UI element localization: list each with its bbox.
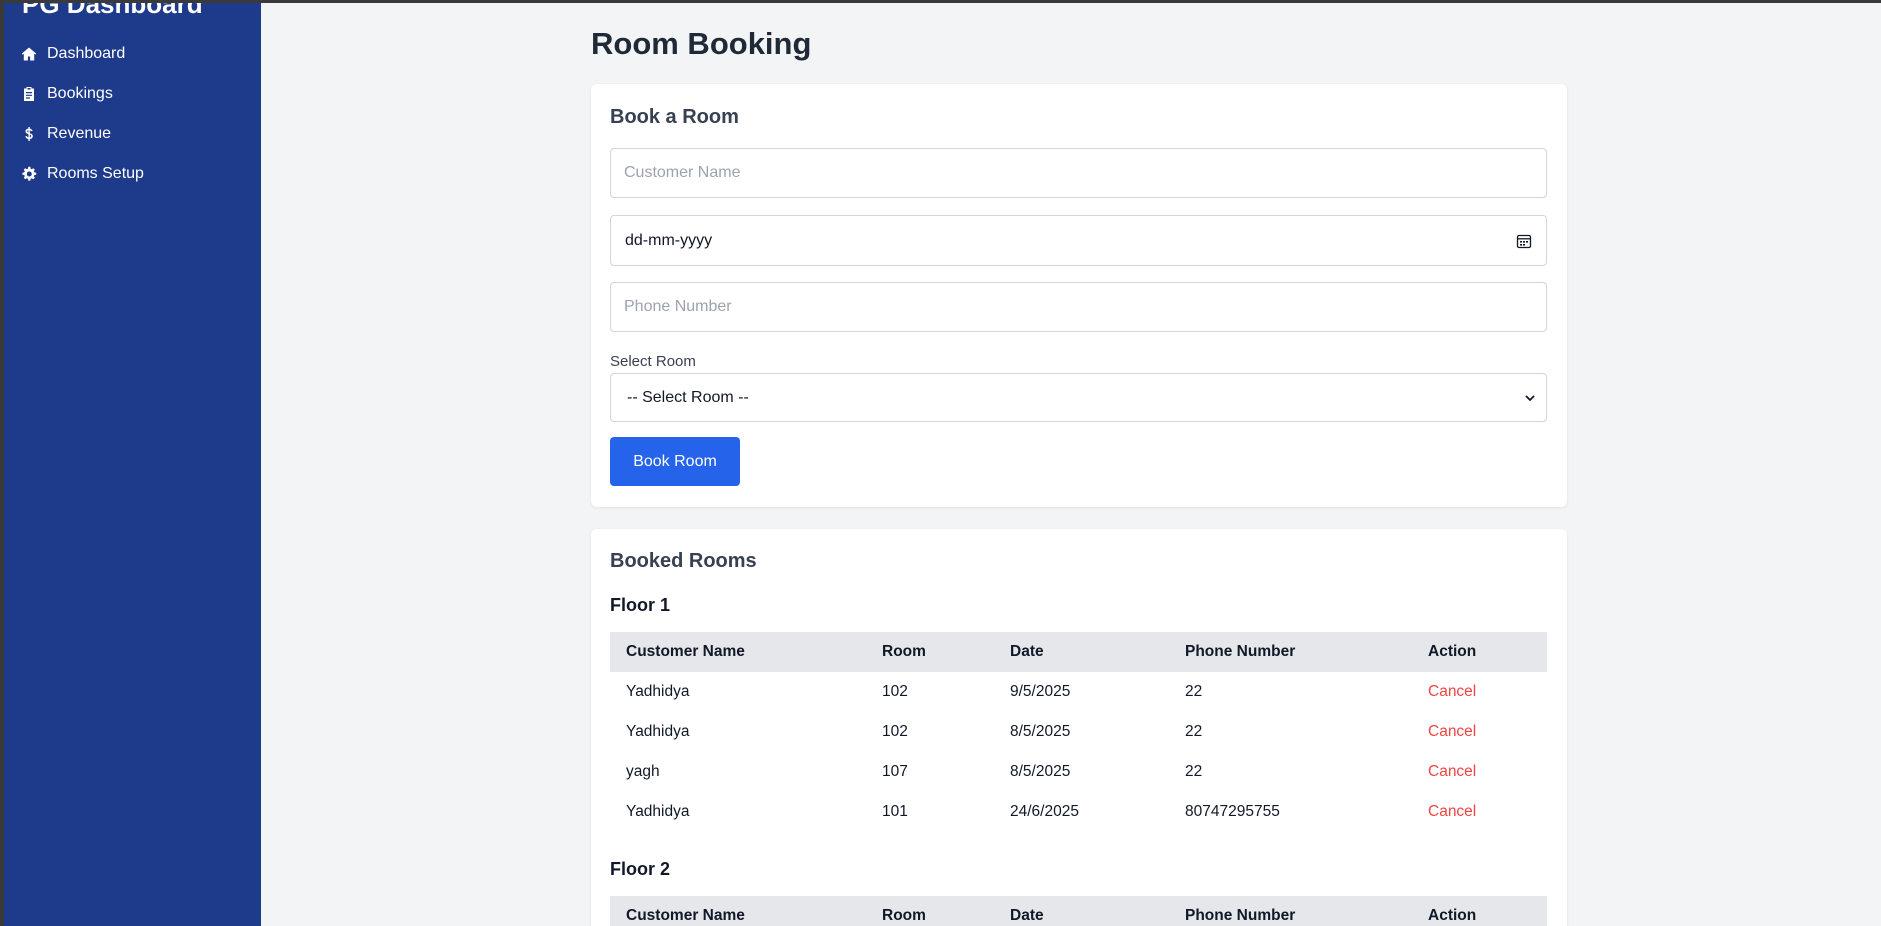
clipboard-icon — [24, 87, 34, 101]
date-input[interactable]: dd-mm-yyyy — [610, 215, 1547, 266]
room-select[interactable]: -- Select Room -- — [610, 373, 1547, 422]
table-row: Yadhidya 102 9/5/2025 22 Cancel — [610, 672, 1547, 712]
column-header: Action — [1412, 896, 1547, 926]
floor-title: Floor 2 — [610, 859, 671, 879]
chevron-down-icon — [1525, 394, 1535, 401]
sidebar-item-bookings[interactable]: Bookings — [21, 80, 113, 108]
select-room-label: Select Room — [610, 353, 696, 370]
table-header-row: Customer Name Room Date Phone Number Act… — [610, 896, 1547, 926]
table-header-row: Customer Name Room Date Phone Number Act… — [610, 632, 1547, 672]
gear-icon — [22, 166, 37, 181]
cell-date: 8/5/2025 — [1010, 763, 1071, 780]
cell-room: 107 — [882, 763, 908, 780]
room-select-value: -- Select Room -- — [627, 388, 749, 406]
brand-title: PG Dashboard — [22, 3, 203, 19]
cell-phone: 22 — [1185, 723, 1203, 740]
cell-customer: Yadhidya — [626, 803, 690, 820]
customer-name-input[interactable] — [610, 148, 1547, 198]
column-header: Customer Name — [610, 632, 866, 672]
column-header: Action — [1412, 632, 1547, 672]
cell-date: 24/6/2025 — [1010, 803, 1079, 820]
calendar-icon[interactable] — [1516, 233, 1532, 249]
sidebar-item-dashboard[interactable]: Dashboard — [21, 40, 125, 68]
home-icon — [21, 47, 37, 61]
cell-room: 102 — [882, 683, 908, 700]
booked-rooms-card: Booked Rooms Floor 1 Customer Name Room … — [591, 529, 1567, 926]
dollar-icon — [25, 127, 33, 141]
table-row: yagh 107 8/5/2025 22 Cancel — [610, 752, 1547, 792]
cell-customer: yagh — [626, 763, 660, 780]
cell-room: 101 — [882, 803, 908, 820]
sidebar-item-label: Dashboard — [47, 45, 126, 62]
column-header: Room — [866, 896, 994, 926]
bookings-table-floor-2: Customer Name Room Date Phone Number Act… — [610, 896, 1547, 926]
column-header: Customer Name — [610, 896, 866, 926]
sidebar-item-rooms-setup[interactable]: Rooms Setup — [21, 160, 144, 188]
cell-phone: 22 — [1185, 683, 1203, 700]
column-header: Phone Number — [1169, 632, 1412, 672]
sidebar-item-label: Bookings — [47, 85, 113, 102]
book-room-button[interactable]: Book Room — [610, 437, 740, 486]
table-row: Yadhidya 101 24/6/2025 80747295755 Cance… — [610, 792, 1547, 832]
column-header: Date — [994, 632, 1169, 672]
column-header: Date — [994, 896, 1169, 926]
date-input-value: dd-mm-yyyy — [625, 231, 713, 249]
table-row: Yadhidya 102 8/5/2025 22 Cancel — [610, 712, 1547, 752]
sidebar-item-label: Revenue — [47, 125, 112, 142]
phone-number-input[interactable] — [610, 282, 1547, 332]
cancel-link[interactable]: Cancel — [1428, 803, 1476, 820]
booked-rooms-title: Booked Rooms — [610, 550, 757, 572]
floor-title: Floor 1 — [610, 595, 671, 615]
cell-room: 102 — [882, 723, 908, 740]
column-header: Phone Number — [1169, 896, 1412, 926]
cell-date: 8/5/2025 — [1010, 723, 1071, 740]
bookings-table-floor-1: Customer Name Room Date Phone Number Act… — [610, 632, 1547, 832]
main-content: Room Booking Book a Room dd-mm-yyyy Sele… — [261, 3, 1881, 926]
cell-phone: 22 — [1185, 763, 1203, 780]
column-header: Room — [866, 632, 994, 672]
page-title: Room Booking — [591, 26, 812, 61]
sidebar: PG Dashboard Dashboard Bookings Revenue … — [4, 3, 261, 926]
cell-customer: Yadhidya — [626, 723, 690, 740]
book-room-title: Book a Room — [610, 106, 739, 128]
cell-date: 9/5/2025 — [1010, 683, 1071, 700]
cancel-link[interactable]: Cancel — [1428, 723, 1476, 740]
cancel-link[interactable]: Cancel — [1428, 683, 1476, 700]
cell-phone: 80747295755 — [1185, 803, 1280, 820]
cell-customer: Yadhidya — [626, 683, 690, 700]
sidebar-item-revenue[interactable]: Revenue — [21, 120, 111, 148]
sidebar-item-label: Rooms Setup — [47, 165, 144, 182]
cancel-link[interactable]: Cancel — [1428, 763, 1476, 780]
app-window: PG Dashboard Dashboard Bookings Revenue … — [4, 3, 1881, 926]
book-room-card: Book a Room dd-mm-yyyy Select Room -- Se… — [591, 84, 1567, 507]
